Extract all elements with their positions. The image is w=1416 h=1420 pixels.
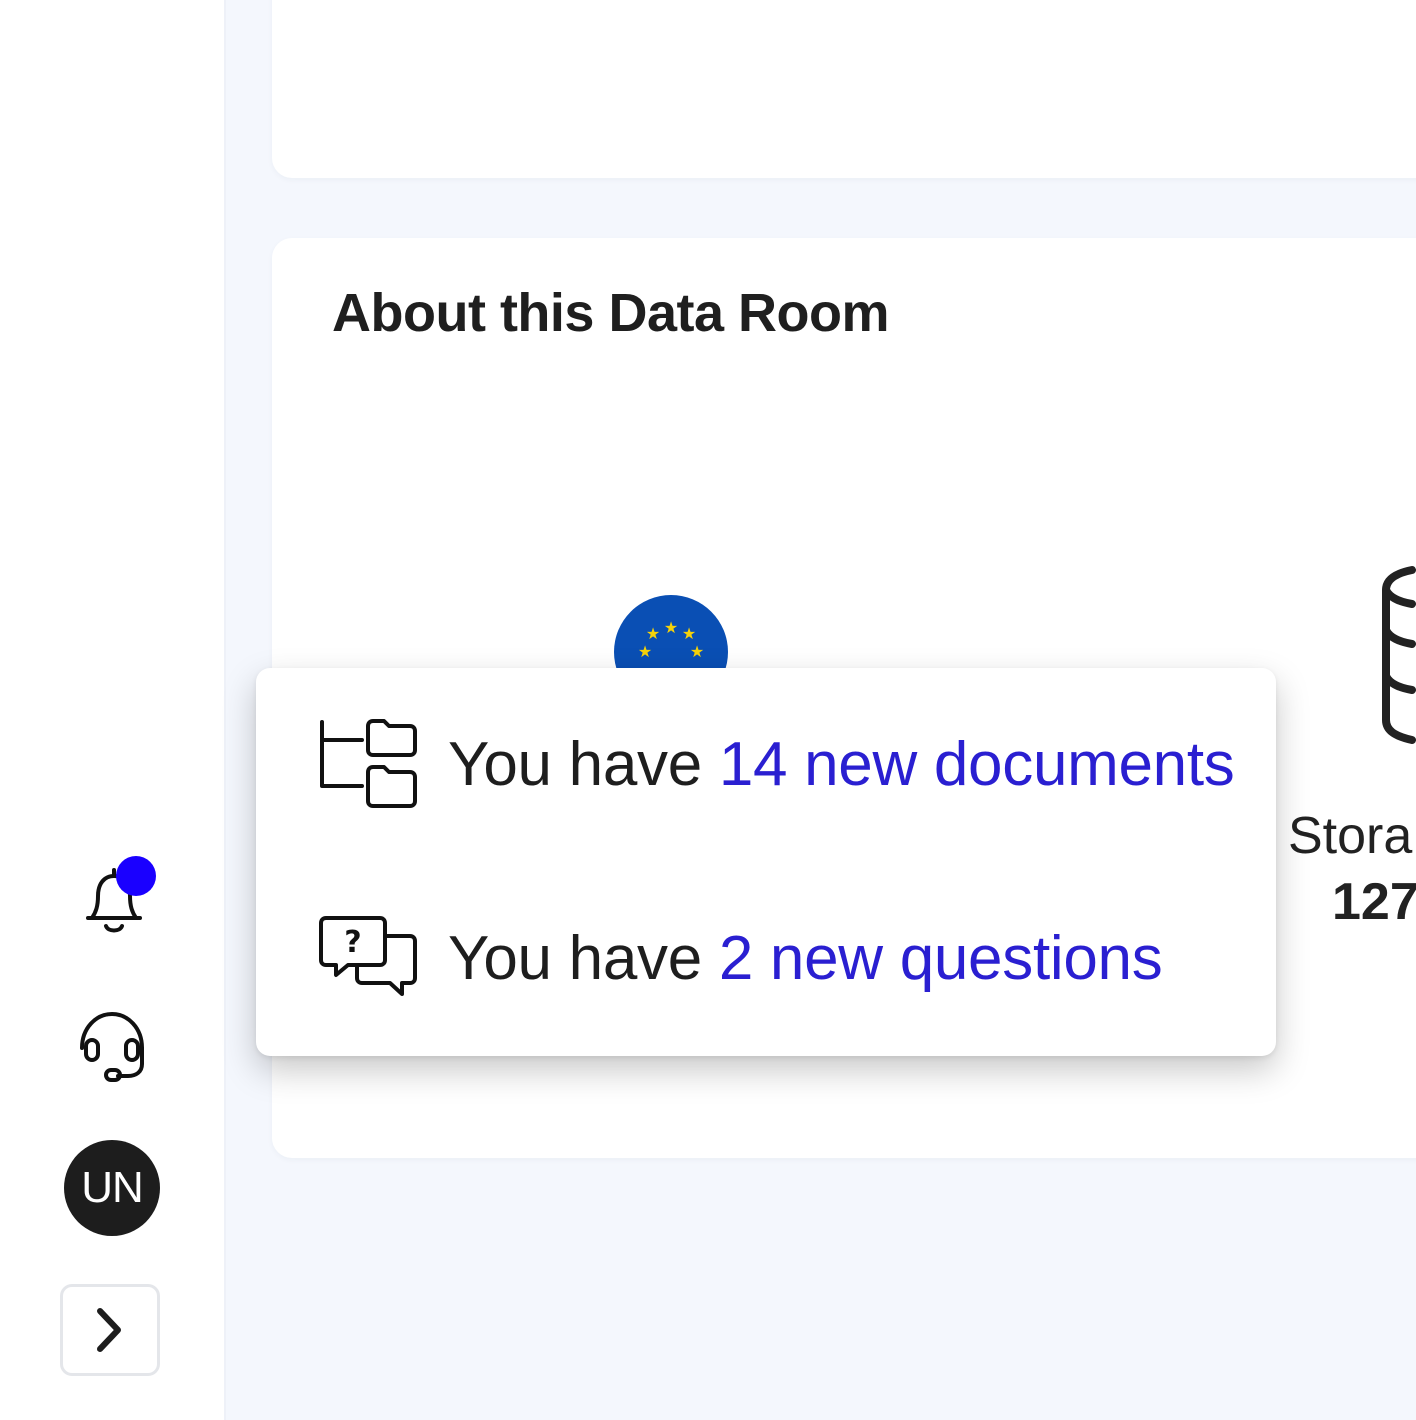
- new-questions-prefix: You have: [448, 923, 719, 993]
- svg-text:★: ★: [646, 624, 660, 643]
- new-documents-link[interactable]: 14 new documents: [719, 730, 1235, 799]
- storage-value: 127: [1332, 873, 1416, 931]
- storage-label: Stora: [1288, 807, 1413, 865]
- svg-text:★: ★: [682, 624, 696, 643]
- notifications-button[interactable]: [72, 856, 156, 944]
- new-documents-text: You have 14 new documents: [448, 729, 1235, 800]
- page: UN About this Data Room ★ ★ ★ ★ ★ Stora …: [0, 0, 1416, 1420]
- notification-badge: [116, 856, 156, 896]
- avatar-initials: UN: [81, 1163, 144, 1212]
- card-title: About this Data Room: [332, 283, 889, 343]
- svg-text:★: ★: [664, 618, 678, 637]
- sidebar: UN: [0, 0, 226, 1420]
- new-documents-prefix: You have: [448, 729, 719, 799]
- new-questions-link[interactable]: 2 new questions: [719, 924, 1163, 993]
- expand-sidebar-button[interactable]: [60, 1284, 160, 1376]
- folder-tree-icon: [320, 719, 417, 808]
- svg-text:★: ★: [690, 642, 704, 661]
- chevron-right-icon: [97, 1308, 121, 1352]
- user-avatar[interactable]: UN: [64, 1140, 160, 1236]
- svg-text:?: ?: [344, 925, 361, 960]
- new-questions-item[interactable]: ? You have 2 new questions: [318, 912, 1163, 1004]
- question-chat-icon: ?: [319, 916, 417, 996]
- new-questions-text: You have 2 new questions: [448, 923, 1163, 994]
- headset-icon: [80, 1011, 144, 1082]
- database-icon: [1382, 566, 1416, 744]
- new-documents-item[interactable]: You have 14 new documents: [318, 718, 1235, 810]
- svg-text:★: ★: [638, 642, 652, 661]
- top-card: [272, 0, 1416, 178]
- notifications-popover: You have 14 new documents ? You have 2 n…: [256, 668, 1276, 1056]
- support-button[interactable]: [68, 1002, 156, 1086]
